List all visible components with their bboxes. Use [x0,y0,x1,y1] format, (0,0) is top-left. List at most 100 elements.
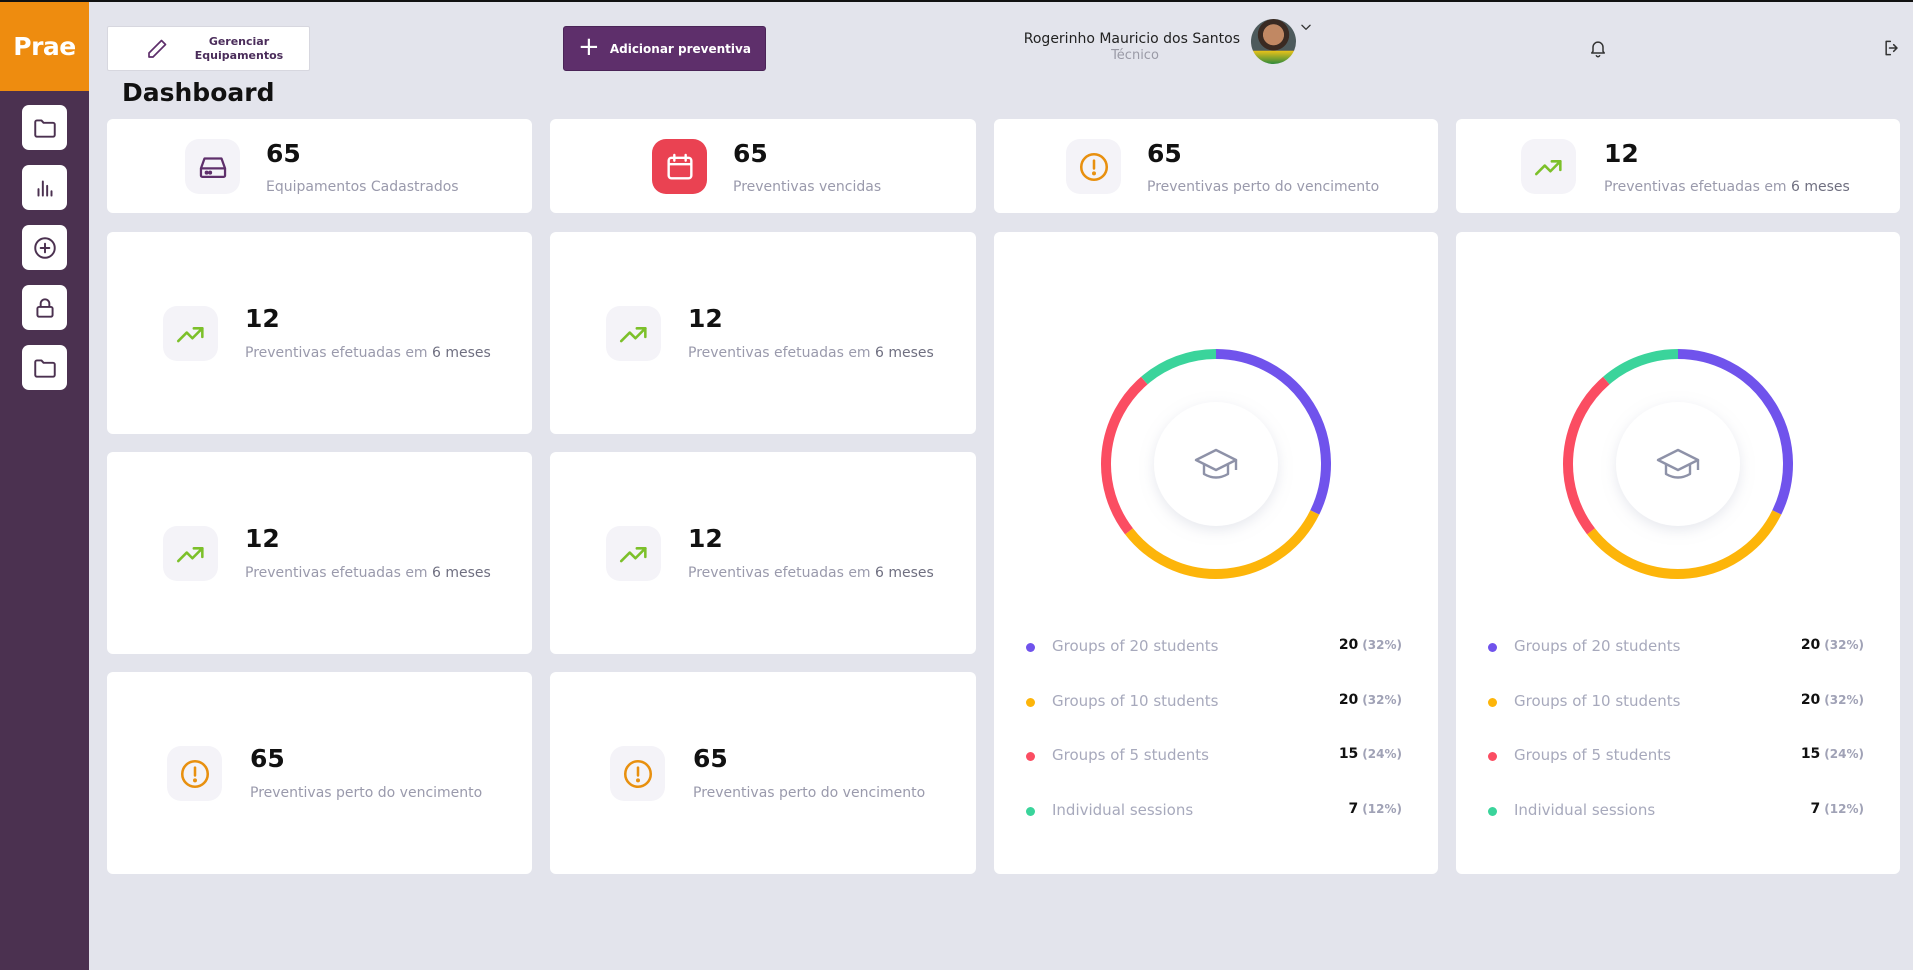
stat-card-completed-2: 12 Preventivas efetuadas em 6 meses [550,232,976,434]
legend-item: Groups of 10 students 20 (32%) [1026,692,1402,712]
legend-dot [1488,807,1497,816]
stat-card-equipment: 65 Equipamentos Cadastrados [107,119,532,213]
chevron-down-icon[interactable] [1299,20,1313,34]
legend-label: Individual sessions [1514,801,1656,819]
add-preventive-button[interactable]: + Adicionar preventiva [563,26,766,71]
legend-count: 20 [1800,637,1821,653]
trending-up-icon [176,326,204,342]
legend-label: Groups of 20 students [1052,637,1219,655]
legend-value: 15 (24%) [1339,746,1402,762]
chart-card-1: Groups of 20 students 20 (32%) Groups of … [994,232,1438,874]
legend-percent: (24%) [1824,747,1864,761]
trending-up-icon [1534,159,1562,175]
stat-card-completed-1: 12 Preventivas efetuadas em 6 meses [107,232,532,434]
stat-label-period: 6 meses [432,565,491,581]
legend-item: Groups of 10 students 20 (32%) [1488,692,1864,712]
legend-label: Groups of 10 students [1514,692,1681,710]
window-top-border [0,0,1913,2]
stat-label-period: 6 meses [432,345,491,361]
legend-label: Groups of 10 students [1052,692,1219,710]
stat-icon-box [185,139,240,194]
chart-card-2: Groups of 20 students 20 (32%) Groups of … [1456,232,1900,874]
bar-chart-icon [37,180,52,197]
stat-label: Preventivas efetuadas em 6 meses [1604,179,1850,195]
hard-drive-icon [199,156,226,178]
sidebar-item-folder[interactable] [22,105,67,150]
legend-percent: (32%) [1824,693,1864,707]
stat-label-text: Preventivas efetuadas em [245,565,433,581]
sidebar-item-security[interactable] [22,285,67,330]
stat-label-period: 6 meses [875,565,934,581]
bell-icon[interactable] [1588,38,1608,58]
sidebar-item-add[interactable] [22,225,67,270]
alert-circle-icon [623,759,652,788]
stat-label: Preventivas perto do vencimento [693,785,926,801]
stat-value: 65 [1147,139,1182,168]
donut-segment [1603,349,1679,385]
stat-label-period: 6 meses [1791,179,1850,195]
stat-label: Preventivas efetuadas em 6 meses [245,565,491,581]
plus-icon: + [578,32,600,62]
stat-value: 65 [693,744,728,773]
manage-equipment-label: Gerenciar Equipamentos [194,35,284,62]
donut-center [1616,402,1740,526]
stat-value: 12 [688,524,723,553]
stat-card-near-due: 65 Preventivas perto do vencimento [994,119,1438,213]
alert-circle-icon [1079,152,1108,181]
legend-label: Groups of 20 students [1514,637,1681,655]
legend-count: 7 [1810,801,1821,817]
stat-icon-box [606,526,661,581]
stat-label-text: Preventivas efetuadas em [688,565,876,581]
stat-icon-box [167,746,222,801]
stat-icon-box [163,306,218,361]
trending-up-icon [619,326,647,342]
legend-percent: (12%) [1362,802,1402,816]
legend-dot [1488,643,1497,652]
stat-value: 12 [245,524,280,553]
legend-label: Groups of 5 students [1514,746,1671,764]
legend-count: 20 [1338,692,1359,708]
legend-dot [1026,698,1035,707]
legend-item: Groups of 20 students 20 (32%) [1026,637,1402,657]
legend-dot [1026,752,1035,761]
legend-dot [1026,643,1035,652]
legend-label: Groups of 5 students [1052,746,1209,764]
alert-circle-icon [180,759,209,788]
stat-icon-box [1521,139,1576,194]
stat-label: Preventivas efetuadas em 6 meses [688,565,934,581]
folder-icon [33,358,56,378]
legend-count: 7 [1348,801,1359,817]
avatar[interactable] [1251,19,1296,64]
stat-icon-box [652,139,707,194]
donut-chart [1101,349,1331,579]
stat-label-text: Preventivas efetuadas em [1604,179,1792,195]
stat-card-near-due-2: 65 Preventivas perto do vencimento [550,672,976,874]
legend-value: 20 (32%) [1801,692,1864,708]
sidebar-item-reports[interactable] [22,165,67,210]
stat-label: Preventivas efetuadas em 6 meses [688,345,934,361]
sidebar: Prae [0,2,89,970]
lock-icon [35,297,54,318]
legend-count: 20 [1800,692,1821,708]
page-title: Dashboard [122,78,275,107]
app-logo[interactable]: Prae [0,2,89,91]
stat-label: Equipamentos Cadastrados [266,179,459,195]
donut-segment [1141,349,1217,385]
stat-label-text: Preventivas efetuadas em [688,345,876,361]
legend-percent: (32%) [1362,693,1402,707]
manage-equipment-button[interactable]: Gerenciar Equipamentos [107,26,310,71]
stat-label: Preventivas vencidas [733,179,882,195]
donut-segment [1563,376,1610,535]
logout-icon[interactable] [1882,38,1902,58]
legend-item: Groups of 5 students 15 (24%) [1488,746,1864,766]
stat-value: 12 [1604,139,1639,168]
stat-value: 65 [250,744,285,773]
legend-dot [1488,698,1497,707]
pencil-icon [148,39,167,58]
stat-card-near-due-1: 65 Preventivas perto do vencimento [107,672,532,874]
sidebar-item-folder-2[interactable] [22,345,67,390]
stat-card-completed-4: 12 Preventivas efetuadas em 6 meses [550,452,976,654]
legend-value: 20 (32%) [1801,637,1864,653]
legend-count: 15 [1800,746,1821,762]
legend-label: Individual sessions [1052,801,1194,819]
